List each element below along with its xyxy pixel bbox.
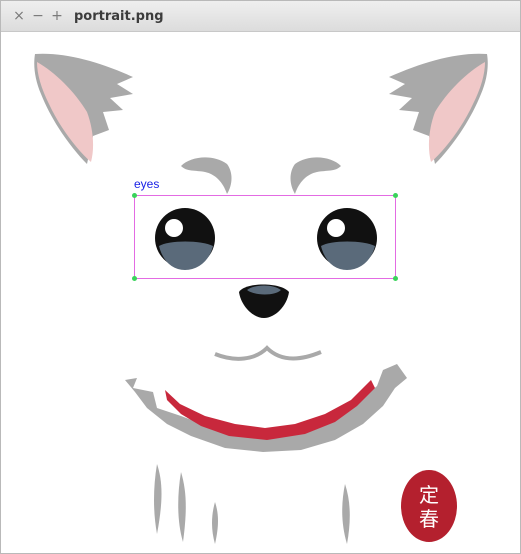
roi-label: eyes: [134, 177, 160, 191]
nose: [239, 284, 289, 318]
image-viewer-window: × − + portrait.png 定 春 eyes: [0, 0, 521, 554]
image-canvas[interactable]: 定 春 eyes: [5, 32, 517, 549]
left-ear: [34, 53, 133, 164]
svg-text:春: 春: [419, 507, 439, 531]
maximize-icon[interactable]: +: [50, 9, 64, 23]
close-icon[interactable]: ×: [12, 9, 26, 23]
eyes-bounding-box[interactable]: [132, 193, 398, 281]
dog-portrait-image: 定 春: [34, 53, 488, 544]
eyebrows: [181, 157, 341, 194]
stamp-seal: 定 春: [401, 470, 457, 542]
resize-handle-bottom-right[interactable]: [393, 276, 398, 281]
mouth: [125, 364, 407, 452]
right-ear: [389, 53, 488, 164]
resize-handle-top-right[interactable]: [393, 193, 398, 198]
minimize-icon[interactable]: −: [31, 9, 45, 23]
muzzle-line: [214, 345, 322, 361]
chest-fur: [154, 464, 350, 544]
resize-handle-top-left[interactable]: [132, 193, 137, 198]
svg-text:定: 定: [419, 483, 439, 507]
title-bar[interactable]: × − + portrait.png: [1, 1, 520, 32]
window-title: portrait.png: [74, 9, 164, 24]
resize-handle-bottom-left[interactable]: [132, 276, 137, 281]
